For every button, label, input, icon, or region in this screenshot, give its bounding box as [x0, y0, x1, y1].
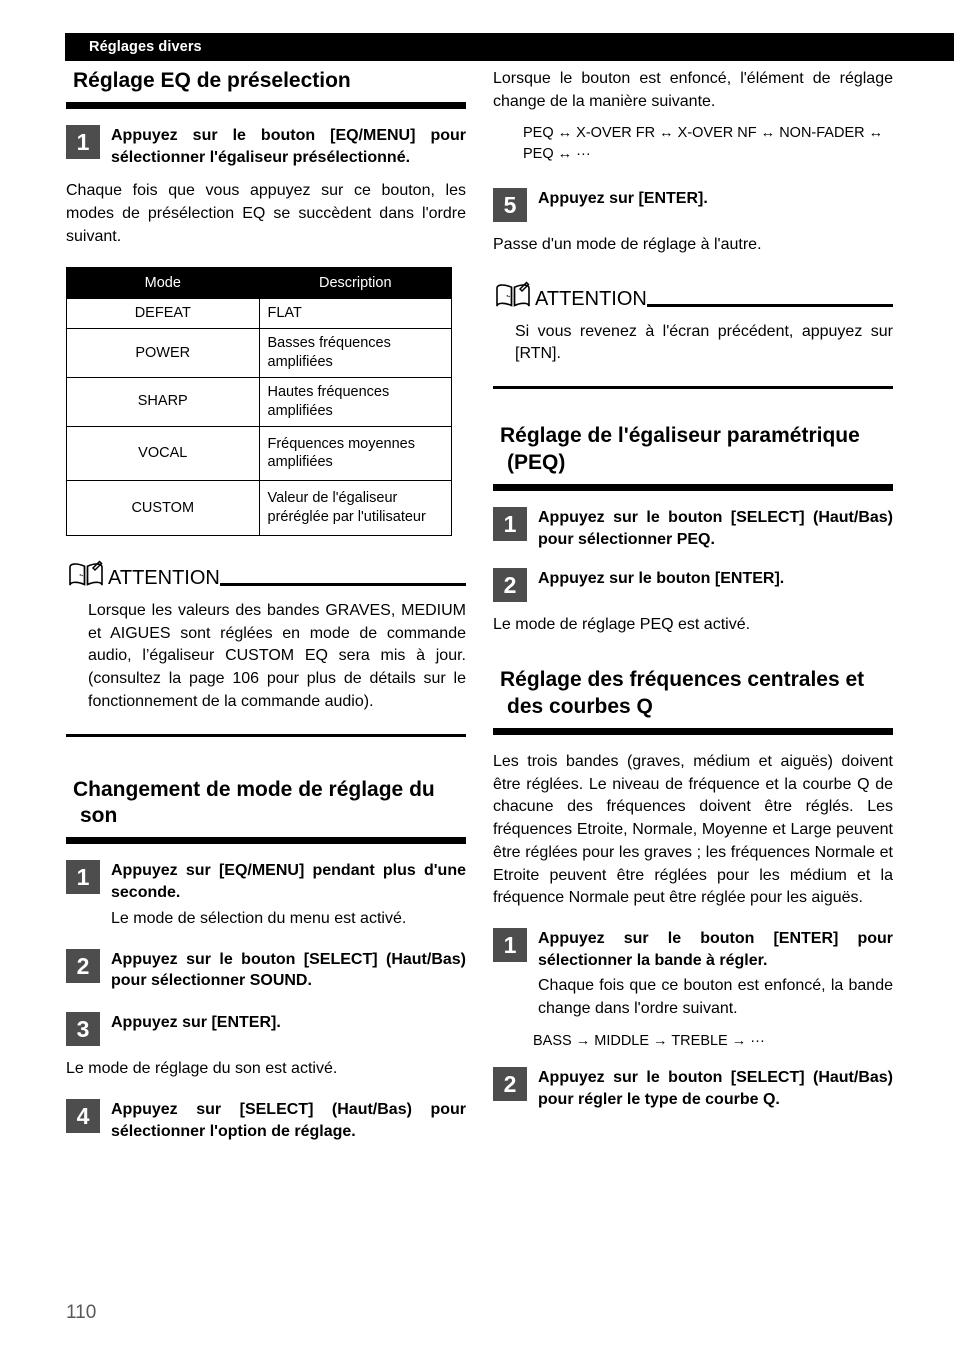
step-title: Appuyez sur le bouton [ENTER]. — [538, 570, 785, 588]
step-2-peq-note: Le mode de réglage PEQ est activé. — [493, 616, 751, 634]
step-number-badge: 4 — [66, 1098, 100, 1133]
cell-description: FLAT — [258, 298, 452, 330]
attention-block-rtn: ATTENTION Si vous revenez à l'écran préc… — [493, 279, 893, 390]
attention-body: Lorsque les valeurs des bandes GRAVES, M… — [88, 601, 466, 710]
step-body: Appuyez sur [EQ/MENU] pendant plus d'une… — [111, 860, 466, 930]
heading-rule — [493, 727, 893, 735]
page-number: 110 — [66, 1302, 97, 1323]
center-freq-intro: Les trois bandes (graves, médium et aigu… — [493, 752, 893, 907]
running-head-label: Réglages divers — [89, 39, 202, 55]
step-5-sound-mode: 5 Appuyez sur [ENTER]. — [493, 188, 893, 223]
manual-page: Réglages divers Réglage EQ de préselecti… — [0, 0, 954, 1352]
table-header-description: Description — [258, 266, 452, 300]
cell-mode: POWER — [66, 328, 260, 378]
step-note: Chaque fois que ce bouton est enfoncé, l… — [538, 977, 893, 1018]
step-title: Appuyez sur [ENTER]. — [111, 1014, 281, 1032]
step-2-center-freq: 2 Appuyez sur le bouton [SELECT] (Haut/B… — [493, 1067, 893, 1111]
table-row: CUSTOM Valeur de l'égaliseur préréglée p… — [66, 480, 452, 536]
table-header-row: Mode Description — [66, 266, 452, 300]
table-row: SHARP Hautes fréquences amplifiées — [66, 376, 452, 427]
heading-rule — [493, 483, 893, 491]
cell-mode: DEFEAT — [66, 298, 260, 330]
step-4-sound-mode: 4 Appuyez sur [SELECT] (Haut/Bas) pour s… — [66, 1098, 466, 1143]
step-1-sound-mode: 1 Appuyez sur [EQ/MENU] pendant plus d'u… — [66, 860, 466, 930]
step-5-note: Passe d'un mode de réglage à l'autre. — [493, 236, 762, 254]
running-head-bar: Réglages divers — [65, 33, 954, 61]
setting-item-flow: PEQ ↔ X-OVER FR ↔ X-OVER NF ↔ NON-FADER … — [523, 125, 884, 162]
band-order-flow: BASS → MIDDLE → TREBLE → ··· — [533, 1032, 765, 1049]
table-row: DEFEAT FLAT — [66, 298, 452, 330]
eq-mode-table: Mode Description DEFEAT FLAT POWER Basse… — [66, 266, 452, 536]
attention-title: ATTENTION — [535, 287, 647, 310]
step-title: Appuyez sur [SELECT] (Haut/Bas) pour sél… — [111, 1100, 466, 1140]
step-title: Appuyez sur [EQ/MENU] pendant plus d'une… — [111, 862, 466, 902]
table-row: VOCAL Fréquences moyennes amplifiées — [66, 425, 452, 482]
step-title: Appuyez sur le bouton [ENTER] pour sélec… — [538, 929, 893, 969]
step-body: Appuyez sur [ENTER]. — [111, 1012, 466, 1034]
step-body: Appuyez sur le bouton [ENTER]. — [538, 568, 893, 590]
step-number-badge: 1 — [66, 860, 100, 895]
open-book-icon — [69, 560, 103, 586]
step-body: Appuyez sur le bouton [ENTER] pour sélec… — [538, 928, 893, 1021]
cell-mode: CUSTOM — [66, 480, 260, 536]
open-book-icon — [496, 281, 530, 307]
cell-mode: VOCAL — [66, 425, 260, 482]
step-body: Appuyez sur [SELECT] (Haut/Bas) pour sél… — [111, 1099, 466, 1143]
step-number-badge: 2 — [66, 948, 100, 983]
heading-rule — [66, 837, 466, 845]
attention-underline — [219, 582, 466, 586]
table-header-mode: Mode — [66, 266, 260, 300]
step-number-badge: 1 — [493, 506, 527, 541]
step-2-peq: 2 Appuyez sur le bouton [ENTER]. — [493, 568, 893, 603]
step-2-sound-mode: 2 Appuyez sur le bouton [SELECT] (Haut/B… — [66, 948, 466, 993]
attention-underline — [646, 303, 893, 307]
cell-description: Hautes fréquences amplifiées — [258, 376, 452, 427]
right-column: Lorsque le bouton est enfoncé, l'élément… — [493, 68, 893, 1111]
section-heading-sound-mode: Changement de mode de réglage du son — [73, 777, 435, 828]
cell-description: Valeur de l'égaliseur préréglée par l'ut… — [258, 480, 452, 536]
step-body: Appuyez sur le bouton [SELECT] (Haut/Bas… — [538, 507, 893, 551]
step-number-badge: 2 — [493, 1067, 527, 1102]
step-1-preset-eq: 1 Appuyez sur le bouton [EQ/MENU] pour s… — [66, 124, 466, 169]
step-title: Appuyez sur le bouton [EQ/MENU] pour sél… — [111, 126, 466, 166]
step-body: Appuyez sur le bouton [SELECT] (Haut/Bas… — [538, 1067, 893, 1111]
attention-closing-rule — [493, 386, 893, 390]
left-column: Réglage EQ de préselection 1 Appuyez sur… — [66, 68, 466, 1142]
section-heading-center-freq: Réglage des fréquences centrales et des … — [500, 668, 865, 719]
cell-description: Basses fréquences amplifiées — [258, 328, 452, 378]
step-title: Appuyez sur le bouton [SELECT] (Haut/Bas… — [111, 950, 466, 990]
step-title: Appuyez sur le bouton [SELECT] (Haut/Bas… — [538, 508, 893, 548]
step-body: Appuyez sur [ENTER]. — [538, 188, 893, 210]
step-1-peq: 1 Appuyez sur le bouton [SELECT] (Haut/B… — [493, 506, 893, 551]
table-row: POWER Basses fréquences amplifiées — [66, 328, 452, 378]
attention-title: ATTENTION — [108, 566, 220, 589]
step-number-badge: 1 — [66, 124, 100, 159]
continuation-note: Lorsque le bouton est enfoncé, l'élément… — [493, 70, 893, 110]
step-title: Appuyez sur le bouton [SELECT] (Haut/Bas… — [538, 1069, 893, 1108]
step-number-badge: 2 — [493, 568, 527, 603]
attention-header: ATTENTION — [66, 558, 466, 590]
step-number-badge: 1 — [493, 927, 527, 962]
step-3-sound-mode: 3 Appuyez sur [ENTER]. — [66, 1012, 466, 1047]
attention-block-custom-eq: ATTENTION Lorsque les valeurs des bandes… — [66, 558, 466, 737]
step-number-badge: 3 — [66, 1012, 100, 1047]
attention-header: ATTENTION — [493, 279, 893, 311]
step-body: Appuyez sur le bouton [EQ/MENU] pour sél… — [111, 125, 466, 169]
step-3-note: Le mode de réglage du son est activé. — [66, 1060, 338, 1078]
step-note: Le mode de sélection du menu est activé. — [111, 909, 407, 927]
step-1-note: Chaque fois que vous appuyez sur ce bout… — [66, 182, 466, 245]
step-1-center-freq: 1 Appuyez sur le bouton [ENTER] pour sél… — [493, 927, 893, 1021]
step-number-badge: 5 — [493, 188, 527, 223]
heading-rule — [66, 101, 466, 109]
cell-description: Fréquences moyennes amplifiées — [258, 425, 452, 482]
step-title: Appuyez sur [ENTER]. — [538, 190, 708, 208]
section-heading-peq: Réglage de l'égaliseur paramétrique (PEQ… — [500, 424, 860, 475]
step-body: Appuyez sur le bouton [SELECT] (Haut/Bas… — [111, 949, 466, 993]
attention-body: Si vous revenez à l'écran précédent, app… — [515, 322, 893, 363]
attention-closing-rule — [66, 733, 466, 737]
section-heading-preset-eq: Réglage EQ de préselection — [73, 69, 351, 92]
cell-mode: SHARP — [66, 376, 260, 427]
